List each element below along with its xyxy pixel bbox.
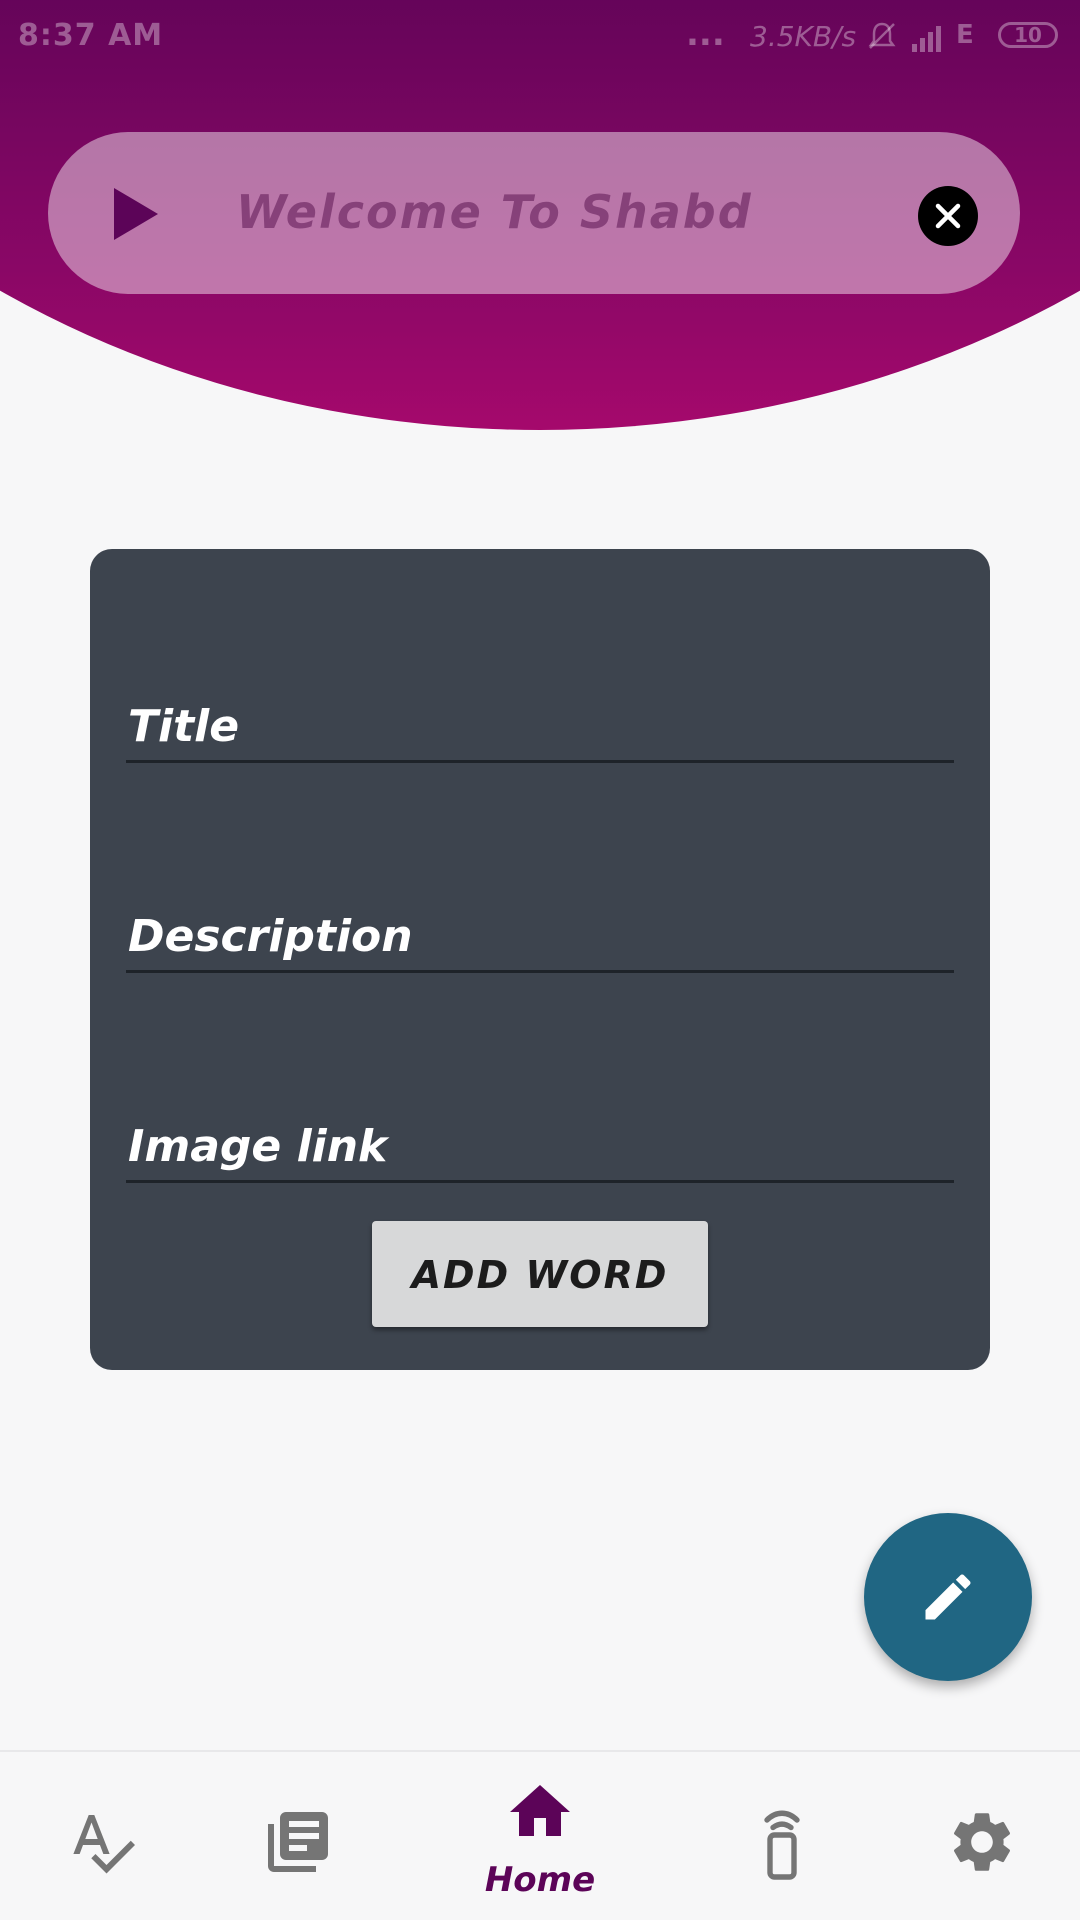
home-icon: [510, 1785, 570, 1836]
play-icon[interactable]: [112, 186, 160, 242]
pencil-icon: [925, 1574, 971, 1620]
bell-muted-icon: [868, 22, 896, 49]
status-bar: 8:37 AM ... 3.5KB/s E 10: [0, 0, 1080, 74]
notification-dots: ...: [686, 14, 725, 54]
nav-item-library[interactable]: [218, 1752, 378, 1920]
nav-item-spellcheck[interactable]: [22, 1752, 182, 1920]
spellcheck-icon: [73, 1815, 135, 1874]
settings-icon: [953, 1813, 1011, 1871]
nav-item-home[interactable]: Home: [460, 1752, 620, 1920]
signal-icon: [912, 26, 941, 52]
image-link-input[interactable]: [126, 1100, 958, 1182]
remote-icon: [764, 1810, 800, 1880]
image-link-field[interactable]: Image link: [126, 1100, 958, 1183]
title-input[interactable]: [126, 680, 958, 762]
status-time: 8:37 AM: [18, 18, 164, 53]
library-books-icon: [268, 1812, 328, 1872]
close-banner-button[interactable]: [918, 186, 978, 246]
battery-icon: 10: [998, 22, 1058, 48]
nav-home-label: Home: [484, 1860, 596, 1900]
close-icon: [935, 203, 961, 229]
network-speed: 3.5KB/s: [750, 20, 857, 53]
status-icons: E 10: [866, 20, 1066, 54]
welcome-text: Welcome To Shabd: [236, 185, 753, 239]
add-word-button[interactable]: ADD WORD: [372, 1221, 708, 1327]
network-type: E: [956, 20, 974, 50]
nav-item-settings[interactable]: [902, 1752, 1062, 1920]
description-input[interactable]: [126, 890, 958, 972]
nav-item-remote[interactable]: [702, 1752, 862, 1920]
app-screen: 8:37 AM ... 3.5KB/s E 10 Welcome To Shab…: [0, 0, 1080, 1920]
description-field[interactable]: Description: [126, 890, 958, 973]
title-field[interactable]: Title: [126, 680, 958, 763]
bottom-navigation: Home: [0, 1750, 1080, 1920]
edit-fab-button[interactable]: [864, 1513, 1032, 1681]
add-word-form: Title Description Image link ADD WORD: [90, 549, 990, 1370]
